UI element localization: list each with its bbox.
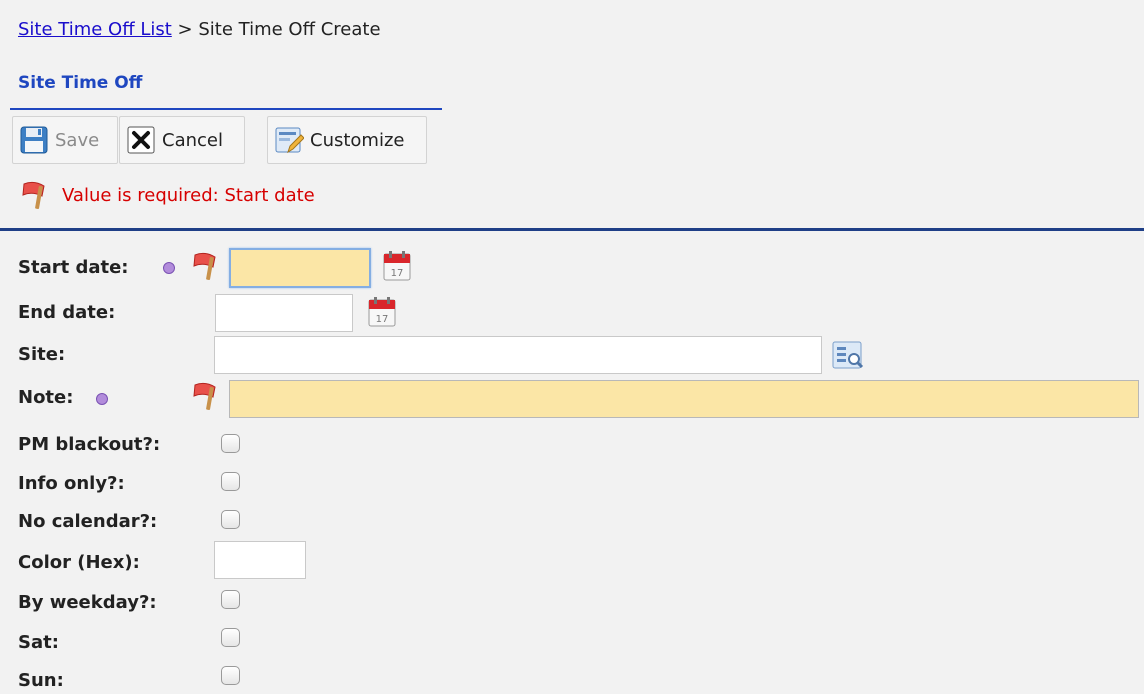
page-title: Site Time Off [18,73,143,93]
calendar-icon[interactable]: 17 [366,295,398,329]
calendar-icon[interactable]: 17 [381,249,413,283]
cancel-button[interactable]: Cancel [119,116,245,164]
error-text: Value is required: Start date [62,184,315,206]
required-dot-icon [96,393,108,405]
note-input[interactable] [229,380,1139,418]
breadcrumb-link-site-time-off-list[interactable]: Site Time Off List [18,19,172,40]
no-calendar-label: No calendar?: [18,511,158,532]
save-label: Save [55,129,100,151]
edit-form-icon [275,127,304,154]
by-weekday-label: By weekday?: [18,592,157,613]
site-label: Site: [18,344,66,365]
red-flag-icon [22,181,45,210]
sun-label: Sun: [18,670,64,691]
start-date-input[interactable] [229,248,371,288]
color-hex-input[interactable] [214,541,306,579]
customize-label: Customize [310,129,405,151]
cancel-label: Cancel [162,129,223,151]
floppy-icon [20,126,48,154]
red-flag-icon [193,382,216,411]
by-weekday-checkbox[interactable] [221,590,240,609]
svg-text:17: 17 [391,268,404,279]
start-date-label: Start date: [18,257,129,278]
pm-blackout-label: PM blackout?: [18,434,161,455]
breadcrumb-separator: > [177,19,193,40]
red-flag-icon [193,252,216,281]
end-date-input[interactable] [215,294,353,332]
no-calendar-checkbox[interactable] [221,510,240,529]
required-dot-icon [163,262,175,274]
info-only-checkbox[interactable] [221,472,240,491]
sun-checkbox[interactable] [221,666,240,685]
breadcrumb: Site Time Off List > Site Time Off Creat… [18,18,381,42]
lookup-icon[interactable] [831,338,865,372]
pm-blackout-checkbox[interactable] [221,434,240,453]
customize-button[interactable]: Customize [267,116,427,164]
sat-label: Sat: [18,632,59,653]
title-divider [10,108,442,110]
section-divider [0,228,1144,231]
close-box-icon [127,126,155,154]
breadcrumb-current: Site Time Off Create [198,19,381,40]
sat-checkbox[interactable] [221,628,240,647]
color-hex-label: Color (Hex): [18,552,140,573]
validation-error: Value is required: Start date [18,180,315,210]
save-button[interactable]: Save [12,116,118,164]
end-date-label: End date: [18,302,116,323]
site-input[interactable] [214,336,822,374]
info-only-label: Info only?: [18,473,125,494]
svg-text:17: 17 [376,314,389,325]
note-label: Note: [18,387,74,408]
